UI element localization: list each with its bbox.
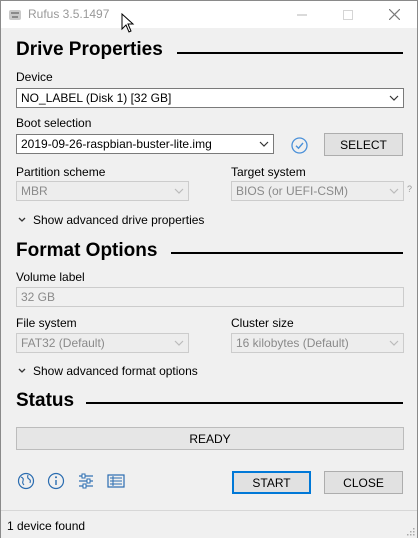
settings-sliders-icon (79, 473, 93, 489)
window-close-button[interactable] (371, 1, 417, 28)
rufus-window: Rufus 3.5.1497 Drive Properties Device N… (0, 0, 418, 538)
file-system-value: FAT32 (Default) (21, 336, 105, 350)
log-button[interactable] (106, 471, 126, 491)
status-bar: 1 device found (1, 510, 417, 538)
chevron-down-icon (389, 188, 399, 194)
resize-grip-icon[interactable] (405, 526, 415, 536)
start-button[interactable]: START (232, 471, 311, 494)
device-value: NO_LABEL (Disk 1) [32 GB] (21, 91, 172, 105)
section-divider (177, 52, 403, 54)
progress-text: READY (189, 431, 231, 446)
section-divider (171, 252, 403, 254)
section-divider (86, 402, 403, 404)
language-button[interactable] (16, 471, 36, 491)
minimize-button[interactable] (279, 1, 325, 28)
volume-label-label: Volume label (16, 270, 85, 284)
cluster-size-value: 16 kilobytes (Default) (236, 336, 349, 350)
advanced-drive-toggle-label: Show advanced drive properties (33, 213, 205, 227)
mouse-cursor-icon (121, 13, 135, 33)
target-system-label: Target system (231, 165, 306, 179)
close-icon (388, 9, 400, 20)
about-button[interactable] (46, 471, 66, 491)
chevron-down-icon (389, 95, 399, 101)
file-system-dropdown[interactable]: FAT32 (Default) (16, 333, 189, 353)
chevron-down-icon (389, 340, 399, 346)
log-icon (107, 474, 125, 488)
advanced-format-toggle[interactable]: Show advanced format options (17, 364, 198, 378)
status-heading: Status (16, 390, 75, 411)
chevron-down-icon (259, 141, 269, 147)
check-circle-icon (290, 136, 308, 154)
verify-image-button[interactable] (289, 135, 309, 155)
advanced-drive-toggle[interactable]: Show advanced drive properties (17, 213, 204, 227)
chevron-down-icon (18, 217, 26, 222)
device-label: Device (16, 70, 53, 84)
partition-scheme-value: MBR (21, 184, 48, 198)
main-content: Drive Properties Device NO_LABEL (Disk 1… (1, 28, 417, 510)
drive-properties-heading: Drive Properties (16, 39, 163, 60)
chevron-down-icon (174, 340, 184, 346)
globe-icon (17, 472, 35, 490)
select-button[interactable]: SELECT (324, 133, 403, 156)
minimize-icon (297, 14, 307, 15)
boot-selection-dropdown[interactable]: 2019-09-26-raspbian-buster-lite.img (16, 134, 274, 154)
close-button[interactable]: CLOSE (324, 471, 403, 494)
maximize-button[interactable] (325, 1, 371, 28)
format-options-heading: Format Options (16, 240, 158, 261)
target-system-value: BIOS (or UEFI-CSM) (236, 184, 349, 198)
chevron-down-icon (174, 188, 184, 194)
cluster-size-dropdown[interactable]: 16 kilobytes (Default) (231, 333, 404, 353)
cluster-size-label: Cluster size (231, 316, 294, 330)
target-system-help[interactable]: ? (407, 184, 412, 194)
partition-scheme-label: Partition scheme (16, 165, 106, 179)
title-bar: Rufus 3.5.1497 (1, 1, 417, 28)
maximize-icon (343, 9, 353, 20)
volume-label-input[interactable]: 32 GB (16, 287, 404, 307)
boot-selection-label: Boot selection (16, 116, 92, 130)
rufus-app-icon (9, 10, 21, 20)
window-title: Rufus 3.5.1497 (28, 7, 110, 21)
file-system-label: File system (16, 316, 77, 330)
advanced-format-toggle-label: Show advanced format options (33, 364, 198, 378)
status-progress-bar: READY (16, 427, 404, 450)
target-system-dropdown[interactable]: BIOS (or UEFI-CSM) (231, 181, 404, 201)
info-icon (47, 472, 65, 490)
boot-selection-value: 2019-09-26-raspbian-buster-lite.img (21, 137, 212, 151)
chevron-down-icon (18, 368, 26, 373)
device-dropdown[interactable]: NO_LABEL (Disk 1) [32 GB] (16, 88, 404, 108)
partition-scheme-dropdown[interactable]: MBR (16, 181, 189, 201)
status-bar-text: 1 device found (7, 519, 86, 533)
settings-button[interactable] (76, 471, 96, 491)
